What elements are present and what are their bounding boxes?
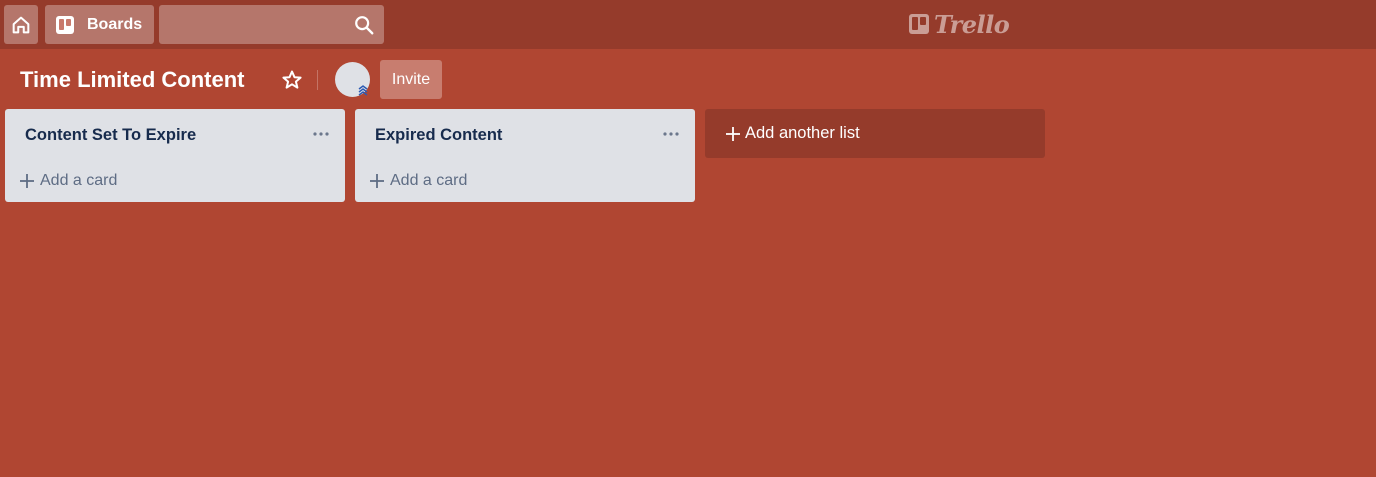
header-divider	[317, 70, 318, 90]
plus-icon	[726, 126, 740, 141]
search-box[interactable]	[159, 5, 384, 44]
boards-button[interactable]: Boards	[45, 5, 154, 44]
add-list-button[interactable]: Add another list	[705, 109, 1045, 158]
logo-icon	[909, 14, 929, 34]
add-card-label: Add a card	[40, 172, 118, 189]
home-button[interactable]	[4, 5, 38, 44]
search-input[interactable]	[159, 5, 349, 44]
list: Content Set To Expire Add a card	[5, 109, 345, 202]
add-card-label: Add a card	[390, 172, 468, 189]
invite-button[interactable]: Invite	[380, 60, 442, 99]
add-card-button[interactable]: Add a card	[369, 169, 467, 193]
admin-badge-icon	[358, 85, 368, 96]
search-icon[interactable]	[353, 14, 375, 36]
list: Expired Content Add a card	[355, 109, 695, 202]
list-title[interactable]: Expired Content	[375, 126, 502, 145]
list-title[interactable]: Content Set To Expire	[25, 126, 196, 145]
plus-icon	[20, 174, 34, 188]
boards-label: Boards	[87, 15, 143, 33]
home-icon	[12, 16, 30, 33]
more-options-icon[interactable]	[661, 127, 681, 141]
logo-text: Trello	[934, 9, 1010, 39]
top-header: Boards Trello	[0, 0, 1376, 49]
boards-icon	[56, 15, 74, 34]
add-list-label: Add another list	[745, 124, 860, 142]
board-title[interactable]: Time Limited Content	[20, 64, 245, 96]
more-options-icon[interactable]	[311, 127, 331, 141]
add-card-button[interactable]: Add a card	[19, 169, 117, 193]
trello-logo[interactable]: Trello	[908, 9, 1010, 39]
star-icon[interactable]	[280, 68, 304, 92]
plus-icon	[370, 174, 384, 188]
